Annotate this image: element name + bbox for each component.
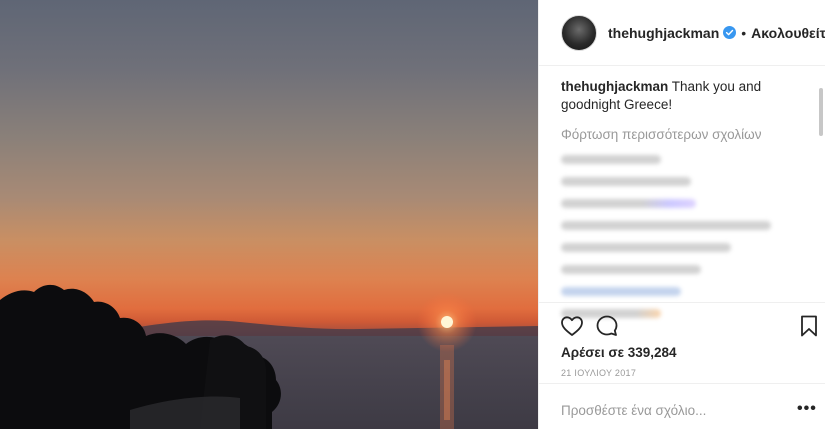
post-photo[interactable]: [0, 0, 538, 429]
post-header: thehughjackman • Ακολουθείτε: [539, 0, 825, 66]
blurred-comment: [561, 287, 681, 296]
instagram-post: thehughjackman • Ακολουθείτε thehughjack…: [0, 0, 825, 429]
save-bookmark-icon[interactable]: [797, 314, 821, 338]
blurred-comment: [561, 177, 691, 186]
sunset-scene: [0, 284, 538, 429]
sun: [441, 316, 453, 328]
author-username[interactable]: thehughjackman: [608, 25, 719, 41]
post-actions: Αρέσει σε 339,284 21 ΙΟΥΛΙΟΥ 2017: [539, 302, 825, 384]
verified-badge-icon: [723, 26, 737, 39]
more-options-button[interactable]: •••: [797, 401, 817, 417]
like-heart-icon[interactable]: [560, 314, 584, 338]
header-separator: •: [741, 24, 747, 41]
post-sidebar: thehughjackman • Ακολουθείτε thehughjack…: [538, 0, 825, 429]
blurred-comment: [561, 199, 696, 208]
load-more-comments-button[interactable]: Φόρτωση περισσότερων σχολίων: [561, 127, 806, 142]
add-comment-input[interactable]: [561, 400, 761, 420]
comments-scrollbar[interactable]: [819, 88, 823, 136]
blurred-comment: [561, 155, 661, 164]
comment-bubble-icon[interactable]: [595, 314, 619, 338]
post-date: 21 ΙΟΥΛΙΟΥ 2017: [561, 368, 637, 378]
caption-username[interactable]: thehughjackman: [561, 79, 668, 94]
avatar[interactable]: [561, 14, 597, 51]
blurred-comment: [561, 221, 771, 230]
blurred-comment: [561, 243, 731, 252]
likes-count[interactable]: Αρέσει σε 339,284: [561, 345, 677, 360]
caption: thehughjackman Thank you and goodnight G…: [561, 78, 806, 114]
blurred-comment: [561, 265, 701, 274]
comments-list: thehughjackman Thank you and goodnight G…: [561, 78, 806, 318]
follow-button[interactable]: Ακολουθείτε: [751, 25, 825, 41]
